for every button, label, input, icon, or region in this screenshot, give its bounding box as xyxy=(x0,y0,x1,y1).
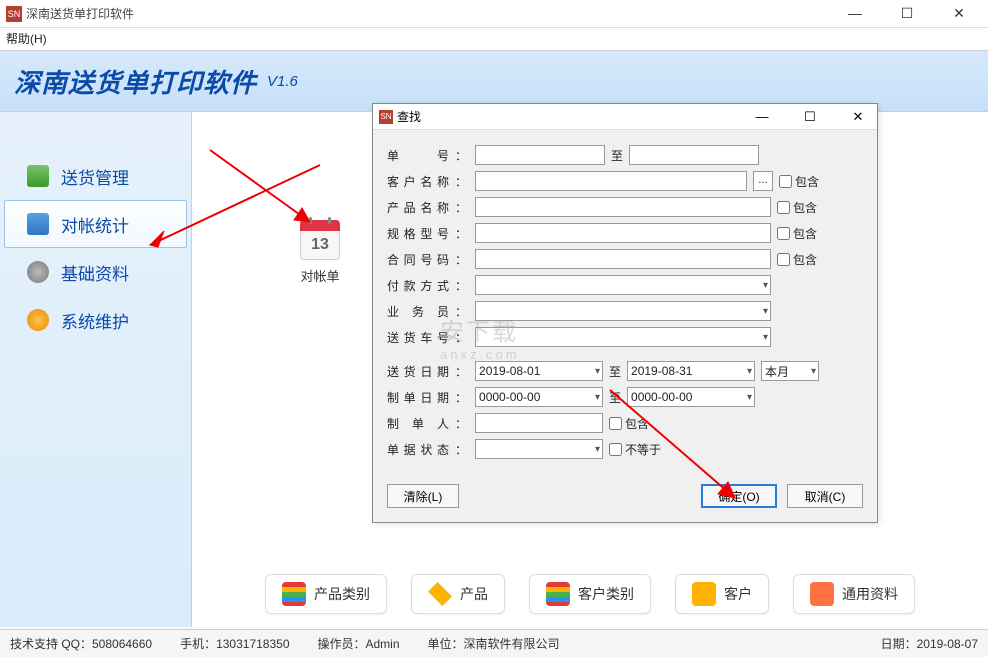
sidebar-delivery-mgmt[interactable]: 送货管理 xyxy=(0,152,191,200)
maker-include-checkbox[interactable]: 包含 xyxy=(609,415,649,432)
customer-input[interactable] xyxy=(475,171,747,191)
make-date-from[interactable]: 0000-00-00 xyxy=(475,387,603,407)
maker-input[interactable] xyxy=(475,413,603,433)
close-button[interactable]: ✕ xyxy=(944,5,974,22)
label-product: 产品名称 xyxy=(387,199,449,216)
contract-include-checkbox[interactable]: 包含 xyxy=(777,251,817,268)
label-payment: 付款方式 xyxy=(387,277,449,294)
reconcile-report-shortcut[interactable]: 13 对帐单 xyxy=(290,220,350,285)
status-operator: 操作员：Admin xyxy=(318,635,400,652)
calendar-icon: 13 xyxy=(300,220,340,260)
dialog-titlebar: SN 查找 — ☐ ✕ xyxy=(373,104,877,130)
menu-help[interactable]: 帮助(H) xyxy=(6,32,47,46)
order-from-input[interactable] xyxy=(475,145,605,165)
sidebar-basic-data[interactable]: 基础资料 xyxy=(0,248,191,296)
sidebar-item-label: 对帐统计 xyxy=(61,212,129,237)
vehicle-select[interactable] xyxy=(475,327,771,347)
dialog-icon: SN xyxy=(379,110,393,124)
quick-product[interactable]: 产品 xyxy=(411,574,505,614)
app-icon: SN xyxy=(6,6,22,22)
label-vehicle: 送货车号 xyxy=(387,329,449,346)
status-notequal-checkbox[interactable]: 不等于 xyxy=(609,441,661,458)
window-title: 深南送货单打印软件 xyxy=(26,5,134,22)
label-status: 单据状态 xyxy=(387,441,449,458)
label-to: 至 xyxy=(609,363,621,380)
quick-customer-category[interactable]: 客户类别 xyxy=(529,574,651,614)
people-icon xyxy=(692,582,716,606)
minimize-button[interactable]: — xyxy=(840,5,870,22)
clear-button[interactable]: 清除(L) xyxy=(387,484,459,508)
customer-include-checkbox[interactable]: 包含 xyxy=(779,173,819,190)
payment-select[interactable] xyxy=(475,275,771,295)
list-icon xyxy=(546,582,570,606)
list-icon xyxy=(282,582,306,606)
order-to-input[interactable] xyxy=(629,145,759,165)
stats-icon xyxy=(27,213,49,235)
salesman-select[interactable] xyxy=(475,301,771,321)
sidebar-item-label: 送货管理 xyxy=(61,164,129,189)
title-bar: SN 深南送货单打印软件 — ☐ ✕ xyxy=(0,0,988,28)
quick-customer[interactable]: 客户 xyxy=(675,574,769,614)
shortcut-label: 对帐单 xyxy=(290,266,350,285)
search-dialog: SN 查找 — ☐ ✕ 单 号： 至 客户名称： ... 包含 产品名称： 包含… xyxy=(372,103,878,523)
customer-lookup-button[interactable]: ... xyxy=(753,171,773,191)
quick-toolbar: 产品类别 产品 客户类别 客户 通用资料 xyxy=(200,569,980,619)
label-contract: 合同号码 xyxy=(387,251,449,268)
product-input[interactable] xyxy=(475,197,771,217)
ok-button[interactable]: 确定(O) xyxy=(701,484,777,508)
delivery-icon xyxy=(27,165,49,187)
maximize-button[interactable]: ☐ xyxy=(892,5,922,22)
make-date-to[interactable]: 0000-00-00 xyxy=(627,387,755,407)
menu-bar: 帮助(H) xyxy=(0,28,988,50)
label-maker: 制 单 人 xyxy=(387,415,449,432)
sidebar-item-label: 基础资料 xyxy=(61,260,129,285)
label-spec: 规格型号 xyxy=(387,225,449,242)
dialog-body: 单 号： 至 客户名称： ... 包含 产品名称： 包含 规格型号： 包含 合同… xyxy=(373,130,877,474)
status-tech: 技术支持 QQ：508064660 xyxy=(10,635,152,652)
label-order-no: 单 号 xyxy=(387,147,449,164)
status-phone: 手机：13031718350 xyxy=(180,635,289,652)
label-to: 至 xyxy=(611,147,623,164)
sidebar-sys-maint[interactable]: 系统维护 xyxy=(0,296,191,344)
cancel-button[interactable]: 取消(C) xyxy=(787,484,863,508)
quick-product-category[interactable]: 产品类别 xyxy=(265,574,387,614)
status-bar: 技术支持 QQ：508064660 手机：13031718350 操作员：Adm… xyxy=(0,629,988,657)
label-make-date: 制单日期 xyxy=(387,389,449,406)
app-name: 深南送货单打印软件 xyxy=(14,63,257,100)
tag-icon xyxy=(428,582,452,606)
spec-input[interactable] xyxy=(475,223,771,243)
ship-date-to[interactable]: 2019-08-31 xyxy=(627,361,755,381)
app-version: V1.6 xyxy=(267,73,298,90)
status-date: 日期：2019-08-07 xyxy=(881,635,978,652)
label-to: 至 xyxy=(609,389,621,406)
status-select[interactable] xyxy=(475,439,603,459)
quick-general-data[interactable]: 通用资料 xyxy=(793,574,915,614)
product-include-checkbox[interactable]: 包含 xyxy=(777,199,817,216)
grid-icon xyxy=(810,582,834,606)
label-customer: 客户名称 xyxy=(387,173,449,190)
contract-input[interactable] xyxy=(475,249,771,269)
sidebar-item-label: 系统维护 xyxy=(61,308,129,333)
basic-icon xyxy=(27,261,49,283)
gear-icon xyxy=(27,309,49,331)
sidebar: 送货管理 对帐统计 基础资料 系统维护 xyxy=(0,112,192,627)
spec-include-checkbox[interactable]: 包含 xyxy=(777,225,817,242)
calendar-day: 13 xyxy=(300,231,340,260)
dialog-minimize[interactable]: — xyxy=(749,109,775,125)
dialog-maximize[interactable]: ☐ xyxy=(797,109,823,125)
dialog-button-row: 清除(L) 确定(O) 取消(C) xyxy=(373,474,877,522)
sidebar-reconcile-stats[interactable]: 对帐统计 xyxy=(4,200,187,248)
status-company: 单位：深南软件有限公司 xyxy=(428,635,560,652)
ship-date-from[interactable]: 2019-08-01 xyxy=(475,361,603,381)
label-ship-date: 送货日期 xyxy=(387,363,449,380)
date-range-preset[interactable]: 本月 xyxy=(761,361,819,381)
dialog-close[interactable]: ✕ xyxy=(845,109,871,125)
label-salesman: 业 务 员 xyxy=(387,303,449,320)
dialog-title: 查找 xyxy=(397,108,421,125)
